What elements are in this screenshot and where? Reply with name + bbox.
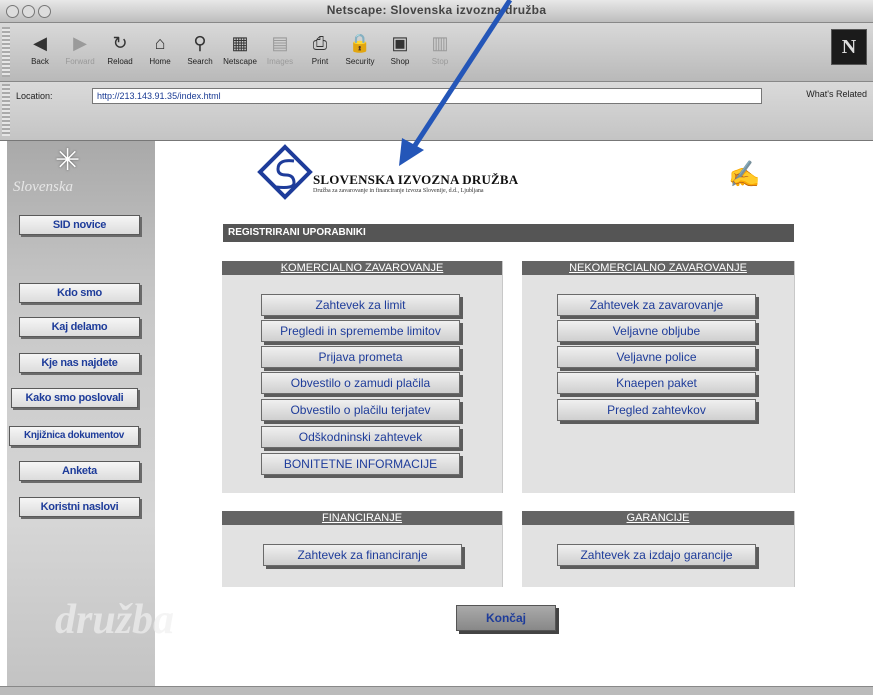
sidebar-item-kako-smo-poslovali[interactable]: Kako smo poslovali (11, 388, 138, 408)
sidebar-item-anketa[interactable]: Anketa (19, 461, 140, 481)
window-title: Netscape: Slovenska izvozna družba (326, 3, 547, 17)
knaepen-paket-button[interactable]: Knaepen paket (557, 372, 756, 394)
zahtevek-za-izdajo-garancije-button[interactable]: Zahtevek za izdajo garancije (557, 544, 756, 566)
pregledi-limitov-button[interactable]: Pregledi in spremembe limitov (261, 320, 460, 342)
obvestilo-o-zamudi-button[interactable]: Obvestilo o zamudi plačila (261, 372, 460, 394)
images-button[interactable]: ▤ Images (258, 31, 302, 66)
search-icon: ⚲ (193, 33, 207, 53)
nekomercialno-panel: NEKOMERCIALNO ZAVAROVANJE Zahtevek za za… (522, 261, 795, 493)
print-icon: ⎙ (312, 33, 328, 53)
sidebar-brand: Slovenska (13, 179, 73, 195)
garancije-heading[interactable]: GARANCIJE (522, 511, 794, 525)
reload-button[interactable]: ↻ Reload (98, 31, 142, 66)
back-icon: ◀ (33, 33, 47, 53)
bonitetne-informacije-button[interactable]: BONITETNE INFORMACIJE (261, 453, 460, 475)
page-content: ✳ Slovenska SID novice Kdo smo Kaj delam… (0, 141, 873, 686)
company-name: SLOVENSKA IZVOZNA DRUŽBA (313, 172, 519, 187)
zahtevek-za-financiranje-button[interactable]: Zahtevek za financiranje (263, 544, 462, 566)
stop-button[interactable]: ▥ Stop (418, 31, 462, 66)
financiranje-heading[interactable]: FINANCIRANJE (222, 511, 502, 525)
veljavne-obljube-button[interactable]: Veljavne obljube (557, 320, 756, 342)
sidebar-item-kje-nas-najdete[interactable]: Kje nas najdete (19, 353, 140, 373)
sidebar: ✳ Slovenska SID novice Kdo smo Kaj delam… (7, 141, 174, 686)
financiranje-panel: FINANCIRANJE Zahtevek za financiranje (222, 511, 503, 587)
signature-pen-icon: ✍ (728, 159, 761, 189)
sidebar-item-sid-novice[interactable]: SID novice (19, 215, 140, 235)
search-button[interactable]: ⚲ Search (178, 31, 222, 66)
sidebar-item-koristni-naslovi[interactable]: Koristni naslovi (19, 497, 140, 517)
koncaj-button[interactable]: Končaj (456, 605, 556, 631)
images-icon: ▤ (271, 33, 289, 53)
netscape-icon: ▦ (231, 33, 249, 53)
sidebar-item-kaj-delamo[interactable]: Kaj delamo (19, 317, 140, 337)
shop-button[interactable]: ▣ Shop (378, 31, 422, 66)
location-collapse-grip[interactable] (2, 84, 10, 136)
pregled-zahtevkov-button[interactable]: Pregled zahtevkov (557, 399, 756, 421)
zahtevek-za-zavarovanje-button[interactable]: Zahtevek za zavarovanje (557, 294, 756, 316)
zahtevek-za-limit-button[interactable]: Zahtevek za limit (261, 294, 460, 316)
navigation-toolbar: ◀ Back ▶ Forward ↻ Reload ⌂ Home ⚲ Search ▦ Ne… (0, 23, 873, 82)
home-icon: ⌂ (154, 33, 166, 53)
forward-icon: ▶ (73, 33, 87, 53)
location-label: Location: (16, 91, 53, 101)
security-icon: 🔒 (348, 33, 372, 53)
location-toolbar: Location: http://213.143.91.35/index.htm… (0, 82, 873, 141)
komercialno-heading[interactable]: KOMERCIALNO ZAVAROVANJE (222, 261, 502, 275)
netscape-button[interactable]: ▦ Netscape (218, 31, 262, 66)
section-title: REGISTRIRANI UPORABNIKI (223, 224, 794, 242)
toolbar-collapse-grip[interactable] (2, 27, 10, 77)
shop-icon: ▣ (391, 33, 409, 53)
nekomercialno-heading[interactable]: NEKOMERCIALNO ZAVAROVANJE (522, 261, 794, 275)
whats-related-button[interactable]: What's Related (806, 89, 867, 99)
garancije-panel: GARANCIJE Zahtevek za izdajo garancije (522, 511, 795, 587)
prijava-prometa-button[interactable]: Prijava prometa (261, 346, 460, 368)
print-button[interactable]: ⎙ Print (298, 31, 342, 66)
veljavne-police-button[interactable]: Veljavne police (557, 346, 756, 368)
location-url-field[interactable]: http://213.143.91.35/index.html (92, 88, 762, 104)
komercialno-panel: KOMERCIALNO ZAVAROVANJE Zahtevek za limi… (222, 261, 503, 493)
obvestilo-o-placilu-button[interactable]: Obvestilo o plačilu terjatev (261, 399, 460, 421)
sid-logo (257, 144, 313, 200)
sidebar-watermark: družba (55, 597, 175, 643)
netscape-logo: N (831, 29, 867, 65)
company-subtitle: Družba za zavarovanje in financiranje iz… (313, 188, 484, 194)
security-button[interactable]: 🔒 Security (338, 31, 382, 66)
back-button[interactable]: ◀ Back (18, 31, 62, 66)
sidebar-item-kdo-smo[interactable]: Kdo smo (19, 283, 140, 303)
flag-emblem-icon: ✳ (55, 144, 81, 177)
window-titlebar: Netscape: Slovenska izvozna družba (0, 0, 873, 23)
reload-icon: ↻ (112, 33, 128, 53)
forward-button[interactable]: ▶ Forward (58, 31, 102, 66)
stop-icon: ▥ (431, 33, 449, 53)
home-button[interactable]: ⌂ Home (138, 31, 182, 66)
odskodninski-zahtevek-button[interactable]: Odškodninski zahtevek (261, 426, 460, 448)
sidebar-item-knjiznica-dokumentov[interactable]: Knjižnica dokumentov (9, 426, 139, 446)
